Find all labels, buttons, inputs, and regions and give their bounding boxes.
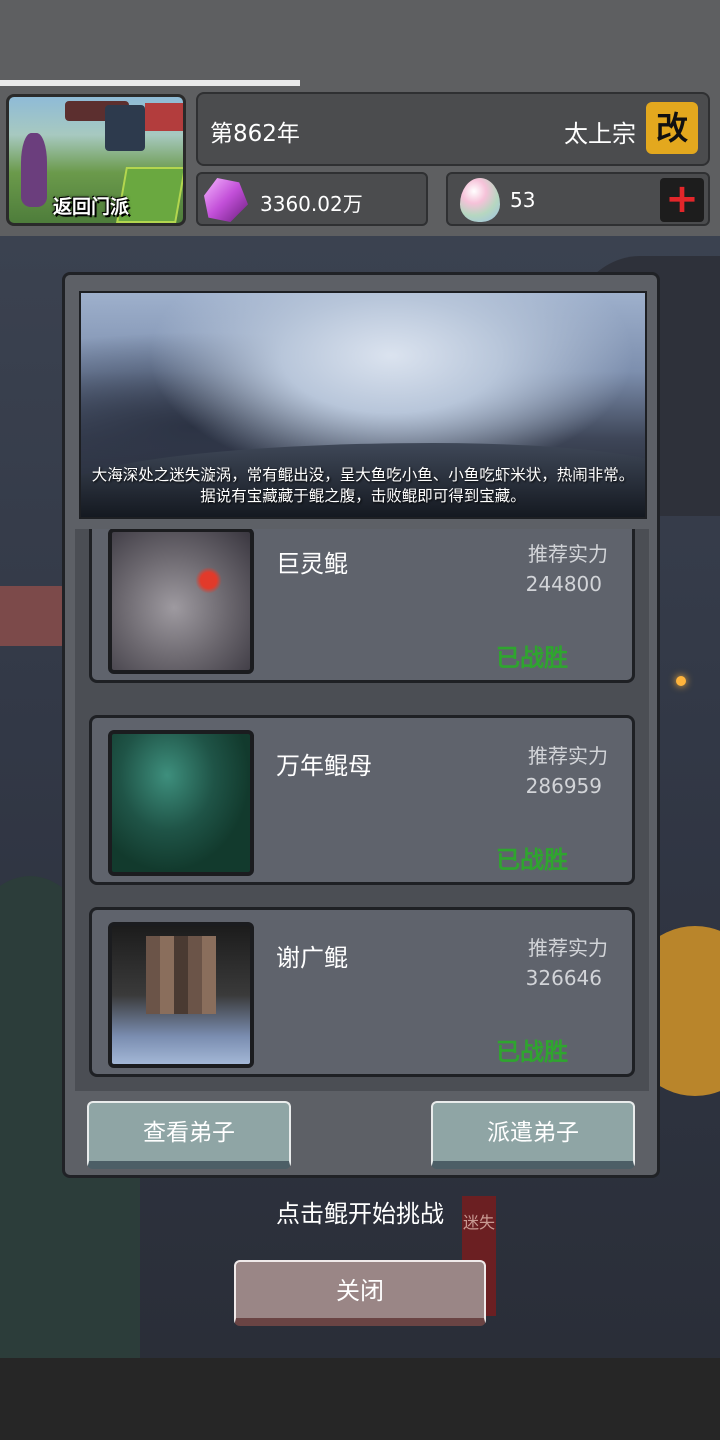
crystal-resource: 3360.02万 bbox=[196, 172, 428, 226]
enemy-name: 谢广鲲 bbox=[276, 944, 348, 972]
challenge-hint: 点击鲲开始挑战 bbox=[276, 1200, 444, 1228]
victory-status: 已战胜 bbox=[496, 1038, 568, 1066]
add-gem-button[interactable]: + bbox=[660, 178, 704, 222]
sect-name: 太上宗 bbox=[564, 120, 636, 148]
sect-building-icon bbox=[145, 103, 183, 131]
loading-progress-line bbox=[0, 80, 300, 86]
gem-egg-icon bbox=[460, 178, 500, 222]
enemy-list[interactable]: 巨灵鲲 推荐实力 244800 已战胜 万年鲲母 推荐实力 286959 已战胜… bbox=[75, 529, 649, 1091]
enemy-name: 万年鲲母 bbox=[276, 752, 372, 780]
crystal-amount: 3360.02万 bbox=[260, 192, 363, 216]
victory-status: 已战胜 bbox=[496, 846, 568, 874]
vortex-scene-image: 大海深处之迷失漩涡，常有鲲出没，呈大鱼吃小鱼、小鱼吃虾米状，热闹非常。据说有宝藏… bbox=[79, 291, 647, 519]
rename-sect-button[interactable]: 改 bbox=[646, 102, 698, 154]
year-text: 第862年 bbox=[210, 121, 300, 147]
return-to-sect-label: 返回门派 bbox=[53, 196, 130, 218]
top-bar: 返回门派 第862年 太上宗 改 3360.02万 53 + bbox=[0, 0, 720, 236]
enemy-card-3[interactable]: 谢广鲲 推荐实力 326646 已战胜 bbox=[89, 907, 635, 1077]
send-disciples-button[interactable]: 派遣弟子 bbox=[431, 1101, 635, 1169]
enemy-card-1[interactable]: 巨灵鲲 推荐实力 244800 已战胜 bbox=[89, 529, 635, 683]
enemy-portrait bbox=[108, 529, 254, 674]
return-to-sect-button[interactable]: 返回门派 bbox=[6, 94, 186, 226]
gem-amount: 53 bbox=[510, 188, 536, 212]
recommended-power-value: 326646 bbox=[525, 966, 602, 990]
enemy-portrait bbox=[108, 730, 254, 876]
close-button[interactable]: 关闭 bbox=[234, 1260, 486, 1326]
year-panel: 第862年 太上宗 改 bbox=[196, 92, 710, 166]
recommended-power-label: 推荐实力 bbox=[528, 744, 608, 768]
view-disciples-button[interactable]: 查看弟子 bbox=[87, 1101, 291, 1169]
recommended-power-label: 推荐实力 bbox=[528, 542, 608, 566]
challenge-dialog: 大海深处之迷失漩涡，常有鲲出没，呈大鱼吃小鱼、小鱼吃虾米状，热闹非常。据说有宝藏… bbox=[62, 272, 660, 1178]
location-description: 大海深处之迷失漩涡，常有鲲出没，呈大鱼吃小鱼、小鱼吃虾米状，热闹非常。据说有宝藏… bbox=[91, 466, 635, 505]
enemy-portrait bbox=[108, 922, 254, 1068]
victory-status: 已战胜 bbox=[496, 644, 568, 672]
pixelated-face bbox=[146, 936, 216, 1014]
recommended-power-value: 286959 bbox=[525, 774, 602, 798]
enemy-card-2[interactable]: 万年鲲母 推荐实力 286959 已战胜 bbox=[89, 715, 635, 885]
gem-resource: 53 + bbox=[446, 172, 710, 226]
recommended-power-label: 推荐实力 bbox=[528, 936, 608, 960]
recommended-power-value: 244800 bbox=[525, 572, 602, 596]
sect-tower-icon bbox=[105, 105, 145, 151]
enemy-name: 巨灵鲲 bbox=[276, 550, 348, 578]
sect-character-icon bbox=[21, 133, 47, 207]
background-lantern bbox=[676, 676, 686, 686]
crystal-icon bbox=[204, 178, 248, 222]
bottom-bar bbox=[0, 1358, 720, 1440]
